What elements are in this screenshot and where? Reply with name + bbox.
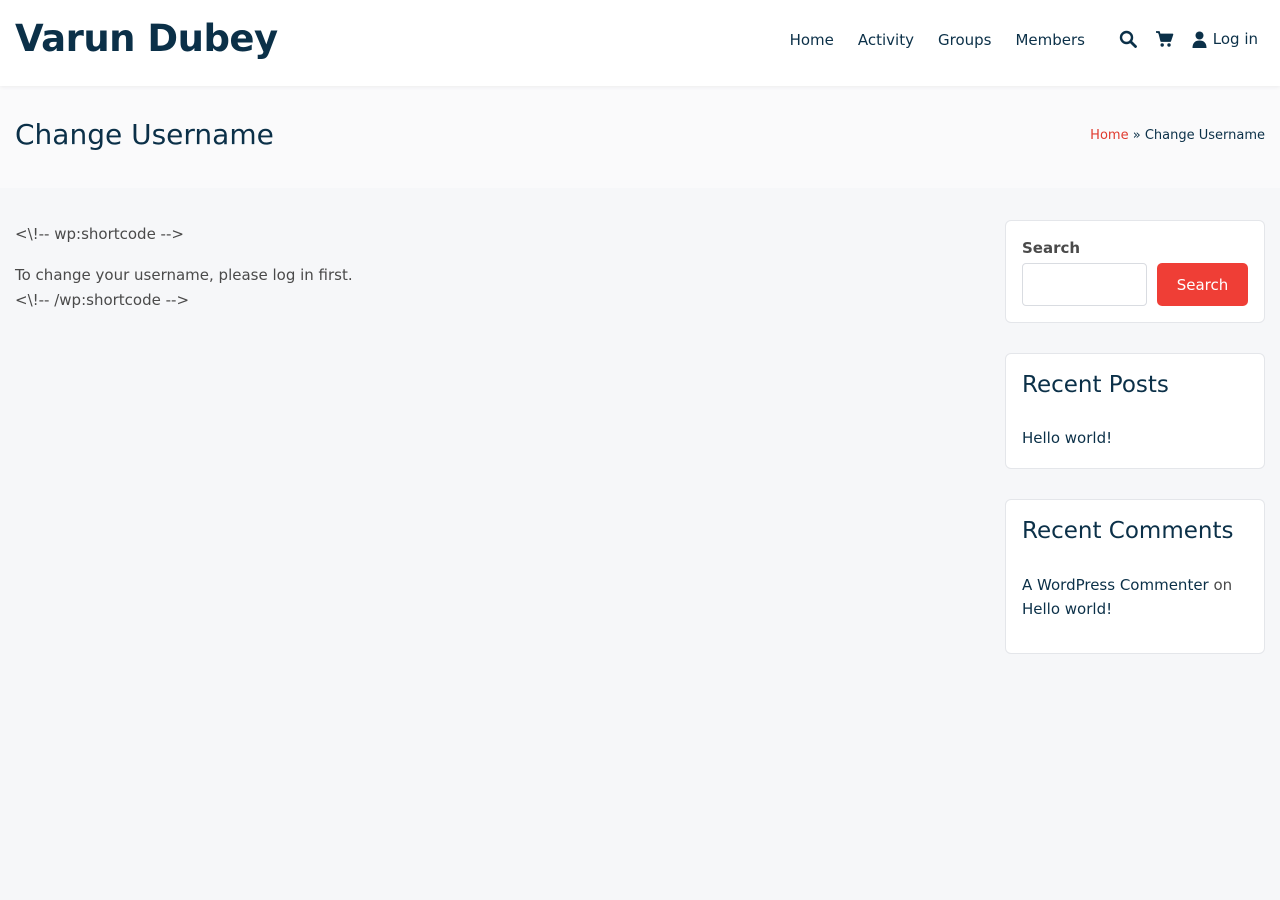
recent-posts-widget: Recent Posts Hello world! xyxy=(1005,353,1265,469)
nav-item-activity[interactable]: Activity xyxy=(858,31,914,49)
recent-comment-item: A WordPress Commenter on Hello world! xyxy=(1022,573,1250,621)
main-content: <\!-- wp:shortcode --> To change your us… xyxy=(15,222,915,313)
shortcode-open-text: <\!-- wp:shortcode --> xyxy=(15,225,184,243)
breadcrumb-current: Change Username xyxy=(1144,128,1265,143)
shortcode-close-text: <\!-- /wp:shortcode --> xyxy=(15,291,190,309)
cart-icon[interactable] xyxy=(1155,30,1174,48)
page-title: Change Username xyxy=(15,118,274,151)
search-widget: Search Search xyxy=(1005,220,1265,323)
recent-comments-title: Recent Comments xyxy=(1022,518,1234,544)
login-link[interactable]: Log in xyxy=(1192,30,1258,48)
user-icon xyxy=(1192,31,1207,48)
search-input[interactable] xyxy=(1022,263,1147,306)
login-notice: To change your username, please log in f… xyxy=(15,266,353,284)
site-title[interactable]: Varun Dubey xyxy=(15,17,278,60)
breadcrumb-separator: » xyxy=(1132,128,1141,143)
search-button[interactable]: Search xyxy=(1157,263,1248,306)
comment-author-link[interactable]: A WordPress Commenter xyxy=(1022,576,1209,594)
nav-item-groups[interactable]: Groups xyxy=(938,31,991,49)
search-label: Search xyxy=(1022,239,1081,257)
nav-item-members[interactable]: Members xyxy=(1015,31,1085,49)
recent-posts-title: Recent Posts xyxy=(1022,372,1169,398)
login-label: Log in xyxy=(1212,30,1258,48)
main-nav: Home Activity Groups Members xyxy=(790,31,1085,49)
breadcrumb-home[interactable]: Home xyxy=(1090,128,1128,143)
nav-item-home[interactable]: Home xyxy=(790,31,834,49)
site-header: Varun Dubey Home Activity Groups Members xyxy=(0,0,1280,86)
breadcrumb: Home » Change Username xyxy=(1090,128,1265,143)
comment-connector: on xyxy=(1213,576,1233,594)
page-title-bar: Change Username Home » Change Username xyxy=(0,86,1280,188)
comment-post-link[interactable]: Hello world! xyxy=(1022,600,1112,618)
search-icon[interactable] xyxy=(1119,30,1137,48)
recent-post-link[interactable]: Hello world! xyxy=(1022,429,1112,447)
header-actions: Log in xyxy=(1119,30,1258,48)
recent-comments-widget: Recent Comments A WordPress Commenter on… xyxy=(1005,499,1265,654)
